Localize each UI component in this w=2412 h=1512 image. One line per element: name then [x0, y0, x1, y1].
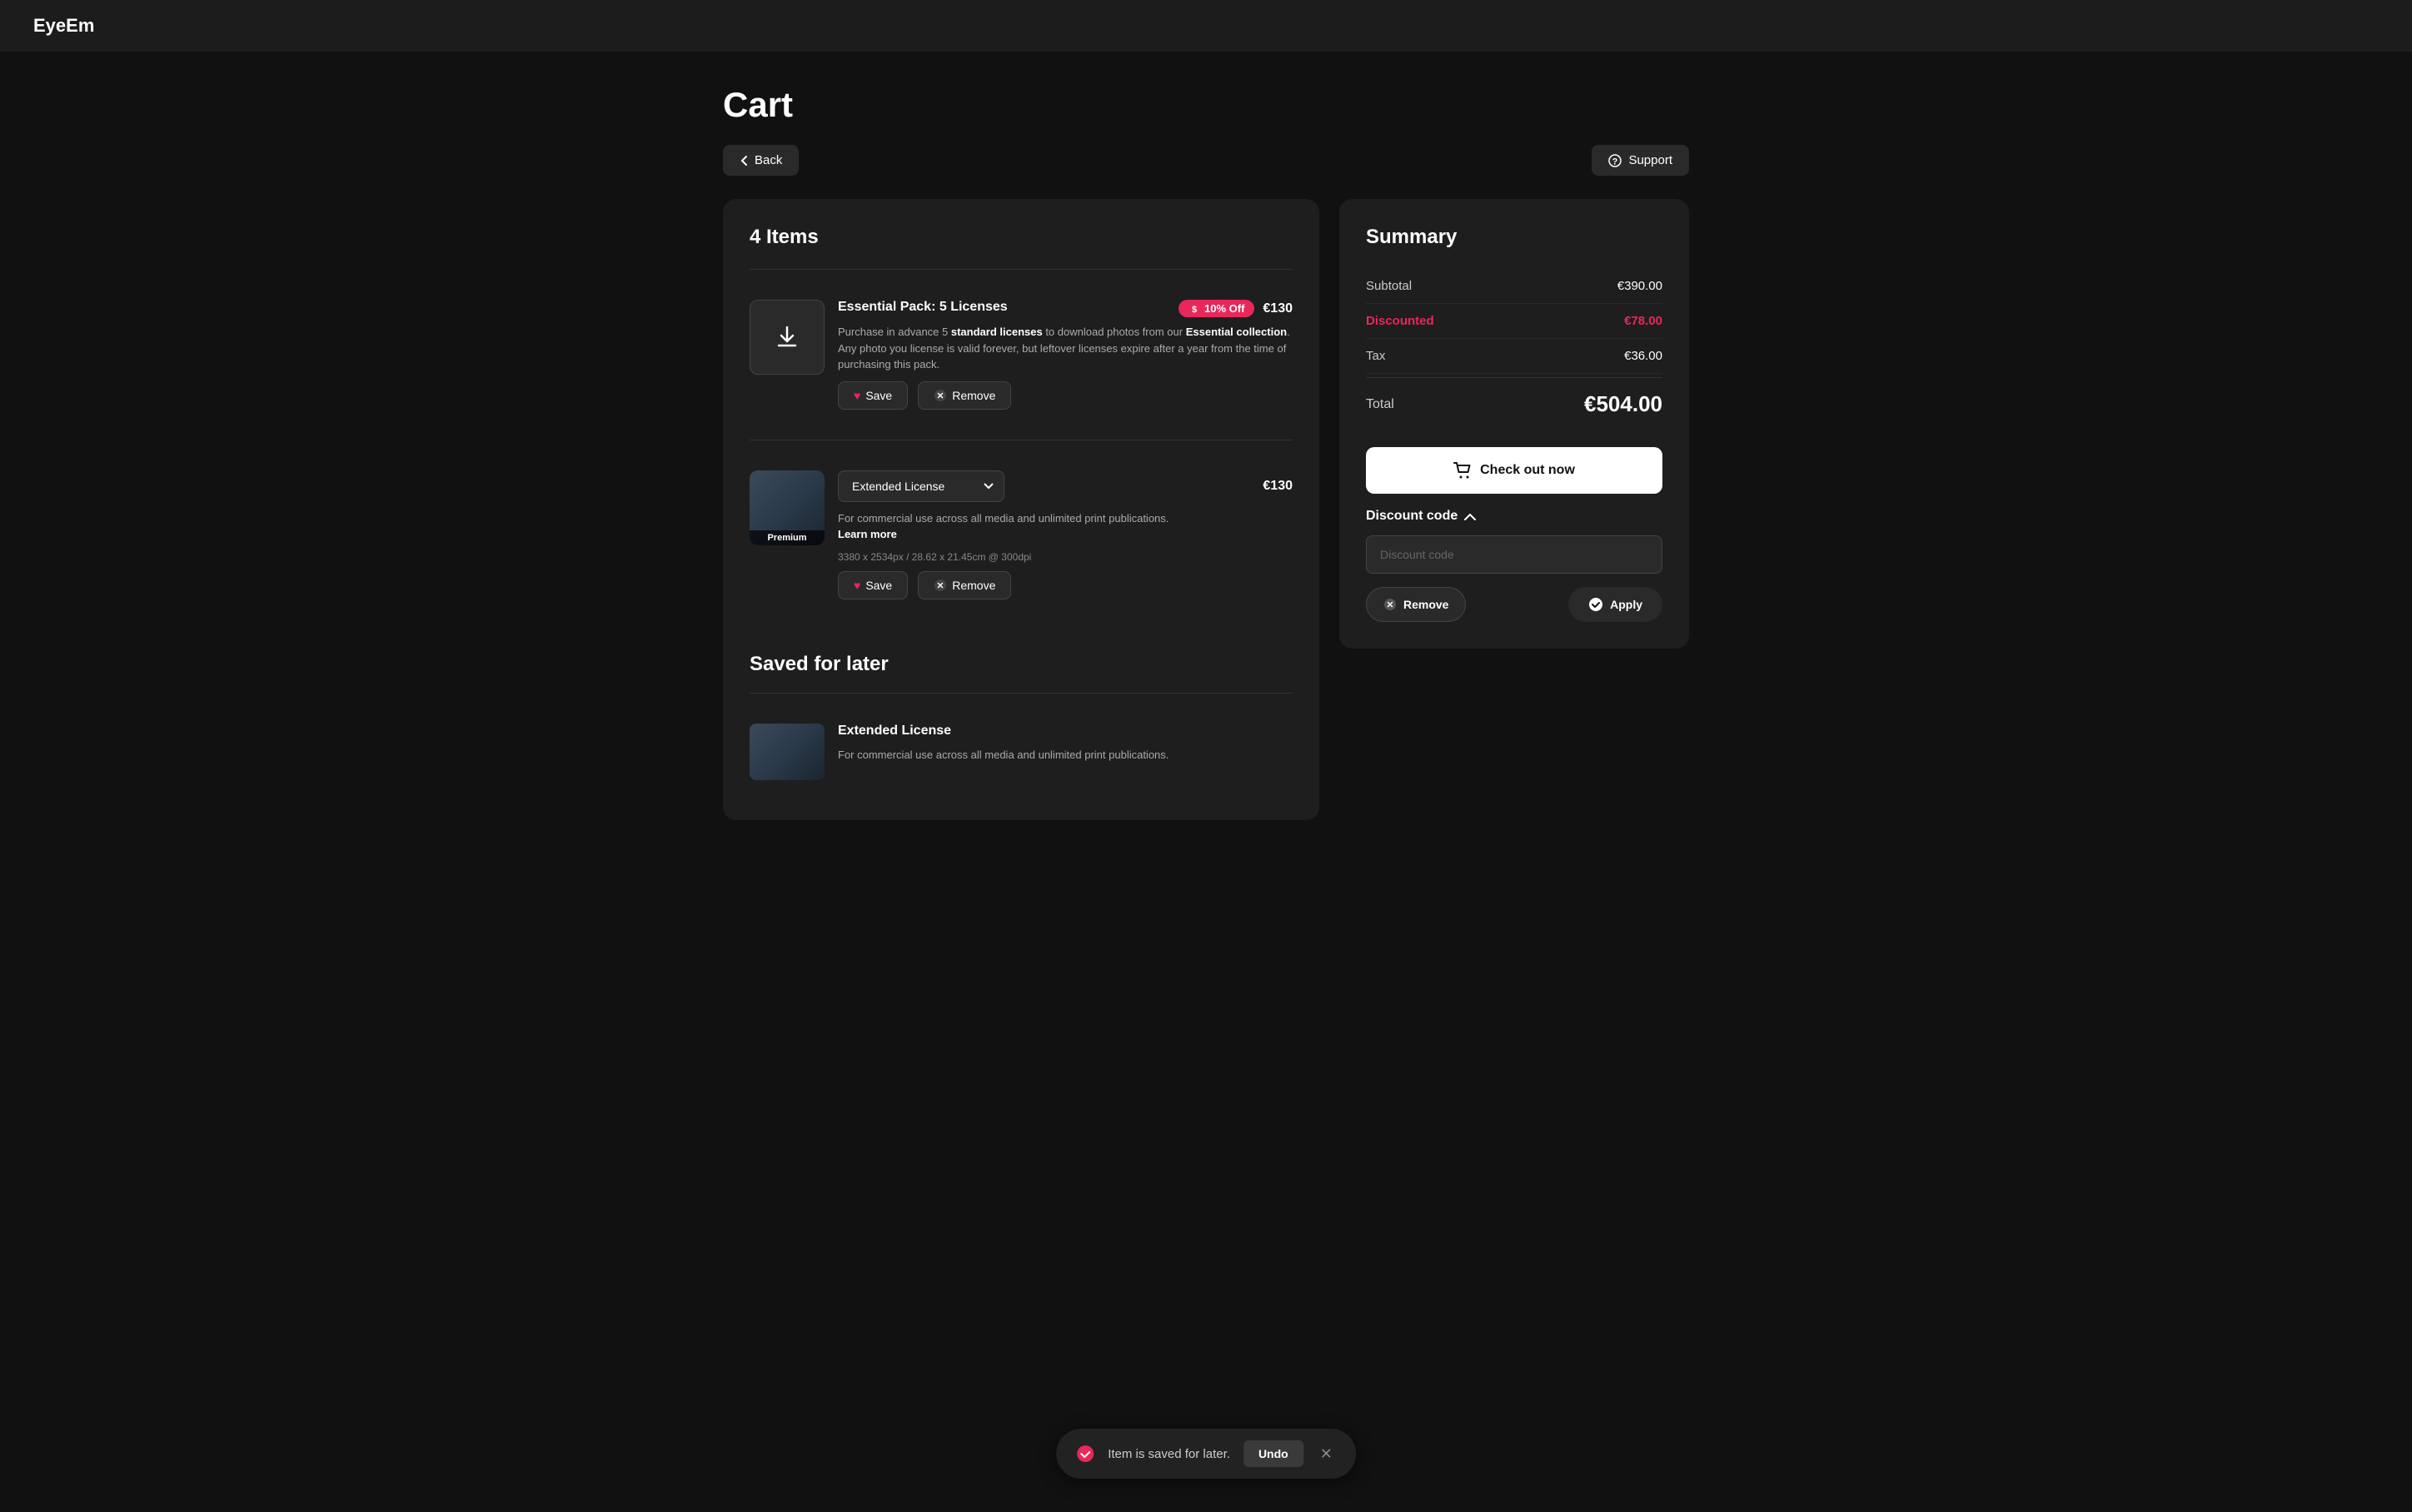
discounted-value: €78.00: [1624, 314, 1662, 328]
item-dimensions: 3380 x 2534px / 28.62 x 21.45cm @ 300dpi: [838, 551, 1293, 563]
tax-value: €36.00: [1624, 349, 1662, 363]
item-price-2: €130: [1263, 479, 1293, 494]
item-price-1: €130: [1263, 301, 1293, 316]
tax-label: Tax: [1366, 349, 1385, 363]
top-navigation: Back ? Support: [723, 145, 1689, 176]
saved-item-name: Extended License: [838, 724, 951, 739]
saved-thumbnail: [750, 724, 825, 780]
toast-check-icon: [1076, 1445, 1094, 1463]
support-button[interactable]: ? Support: [1592, 145, 1689, 176]
item-description-2: For commercial use across all media and …: [838, 510, 1293, 543]
heart-icon-1: ♥: [854, 389, 860, 402]
saved-for-later-section: Saved for later Extended License For com…: [750, 653, 1293, 793]
toast-notification: Item is saved for later. Undo ✕: [1056, 1429, 1356, 1479]
cart-item-2: Premium Extended License Standard Licens…: [750, 457, 1293, 613]
undo-button[interactable]: Undo: [1243, 1440, 1303, 1467]
saved-divider: [750, 693, 1293, 694]
x-circle-icon-1: [934, 389, 947, 402]
discount-badge-1: $ 10% Off: [1179, 300, 1254, 317]
cart-item-1: Essential Pack: 5 Licenses $ 10% Off €13…: [750, 286, 1293, 423]
subtotal-value: €390.00: [1617, 279, 1662, 293]
items-heading: 4 Items: [750, 226, 1293, 249]
remove-button-1[interactable]: Remove: [918, 381, 1011, 410]
checkout-button[interactable]: Check out now: [1366, 447, 1662, 494]
remove-discount-label: Remove: [1403, 598, 1448, 611]
question-icon: ?: [1608, 154, 1622, 167]
item-price-area-1: $ 10% Off €130: [1179, 300, 1293, 317]
item-thumbnail-2: Premium: [750, 470, 825, 545]
back-label: Back: [755, 153, 782, 167]
cart-panel: 4 Items Essential Pack: 5 Licenses: [723, 199, 1319, 820]
svg-text:?: ?: [1612, 157, 1618, 167]
saved-item-1: Extended License For commercial use acro…: [750, 710, 1293, 793]
summary-panel: Summary Subtotal €390.00 Discounted €78.…: [1339, 199, 1689, 649]
tax-row: Tax €36.00: [1366, 339, 1662, 374]
download-icon: [774, 324, 800, 351]
remove-discount-button[interactable]: Remove: [1366, 587, 1466, 622]
item-header-1: Essential Pack: 5 Licenses $ 10% Off €13…: [838, 300, 1293, 317]
discounted-label: Discounted: [1366, 314, 1434, 328]
saved-item-description: For commercial use across all media and …: [838, 747, 1293, 763]
discounted-row: Discounted €78.00: [1366, 304, 1662, 339]
total-value: €504.00: [1584, 391, 1662, 417]
apply-button[interactable]: Apply: [1568, 587, 1662, 622]
premium-badge: Premium: [750, 530, 825, 545]
saved-license-wrap: Extended License: [838, 724, 1293, 739]
x-circle-icon-discount: [1383, 598, 1397, 611]
total-row: Total €504.00: [1366, 377, 1662, 430]
saved-item-details: Extended License For commercial use acro…: [838, 724, 1293, 780]
learn-more-link[interactable]: Learn more: [838, 528, 897, 540]
remove-button-2[interactable]: Remove: [918, 571, 1011, 599]
item-thumbnail-download: [750, 300, 825, 375]
content-grid: 4 Items Essential Pack: 5 Licenses: [723, 199, 1689, 820]
main-content: Cart Back ? Support 4 Items: [706, 52, 1706, 853]
item-details-2: Extended License Standard License €130 F…: [838, 470, 1293, 599]
page-title: Cart: [723, 85, 1689, 125]
chevron-up-icon: [1464, 513, 1476, 520]
x-circle-icon-2: [934, 579, 947, 592]
chevron-left-icon: [740, 155, 748, 167]
heart-icon-2: ♥: [854, 579, 860, 592]
discount-section: Discount code Remove: [1366, 509, 1662, 622]
discount-header[interactable]: Discount code: [1366, 509, 1662, 524]
toast-message: Item is saved for later.: [1108, 1447, 1230, 1461]
svg-text:$: $: [1192, 305, 1197, 315]
apply-label: Apply: [1610, 598, 1642, 611]
item-details-1: Essential Pack: 5 Licenses $ 10% Off €13…: [838, 300, 1293, 410]
discount-actions: Remove Apply: [1366, 587, 1662, 622]
toast-close-button[interactable]: ✕: [1317, 1445, 1336, 1463]
item-actions-2: ♥ Save Remove: [838, 571, 1293, 599]
license-select[interactable]: Extended License Standard License: [838, 470, 1004, 502]
subtotal-row: Subtotal €390.00: [1366, 269, 1662, 304]
saved-heading: Saved for later: [750, 653, 1293, 676]
save-button-1[interactable]: ♥ Save: [838, 381, 908, 410]
divider: [750, 269, 1293, 270]
logo: EyeEm: [33, 15, 94, 37]
item-description-1: Purchase in advance 5 standard licenses …: [838, 324, 1293, 373]
total-label: Total: [1366, 397, 1394, 412]
checkout-label: Check out now: [1480, 463, 1575, 478]
discount-code-label: Discount code: [1366, 509, 1458, 524]
save-button-2[interactable]: ♥ Save: [838, 571, 908, 599]
item-name-1: Essential Pack: 5 Licenses: [838, 300, 1008, 315]
support-label: Support: [1628, 153, 1672, 167]
header: EyeEm: [0, 0, 2412, 52]
tag-icon: $: [1189, 303, 1200, 315]
cart-icon: [1453, 462, 1472, 479]
item-actions-1: ♥ Save Remove: [838, 381, 1293, 410]
subtotal-label: Subtotal: [1366, 279, 1412, 293]
summary-heading: Summary: [1366, 226, 1662, 249]
discount-code-input[interactable]: [1366, 535, 1662, 574]
back-button[interactable]: Back: [723, 145, 799, 176]
license-select-wrap: Extended License Standard License €130: [838, 470, 1293, 502]
check-circle-icon: [1588, 597, 1603, 612]
